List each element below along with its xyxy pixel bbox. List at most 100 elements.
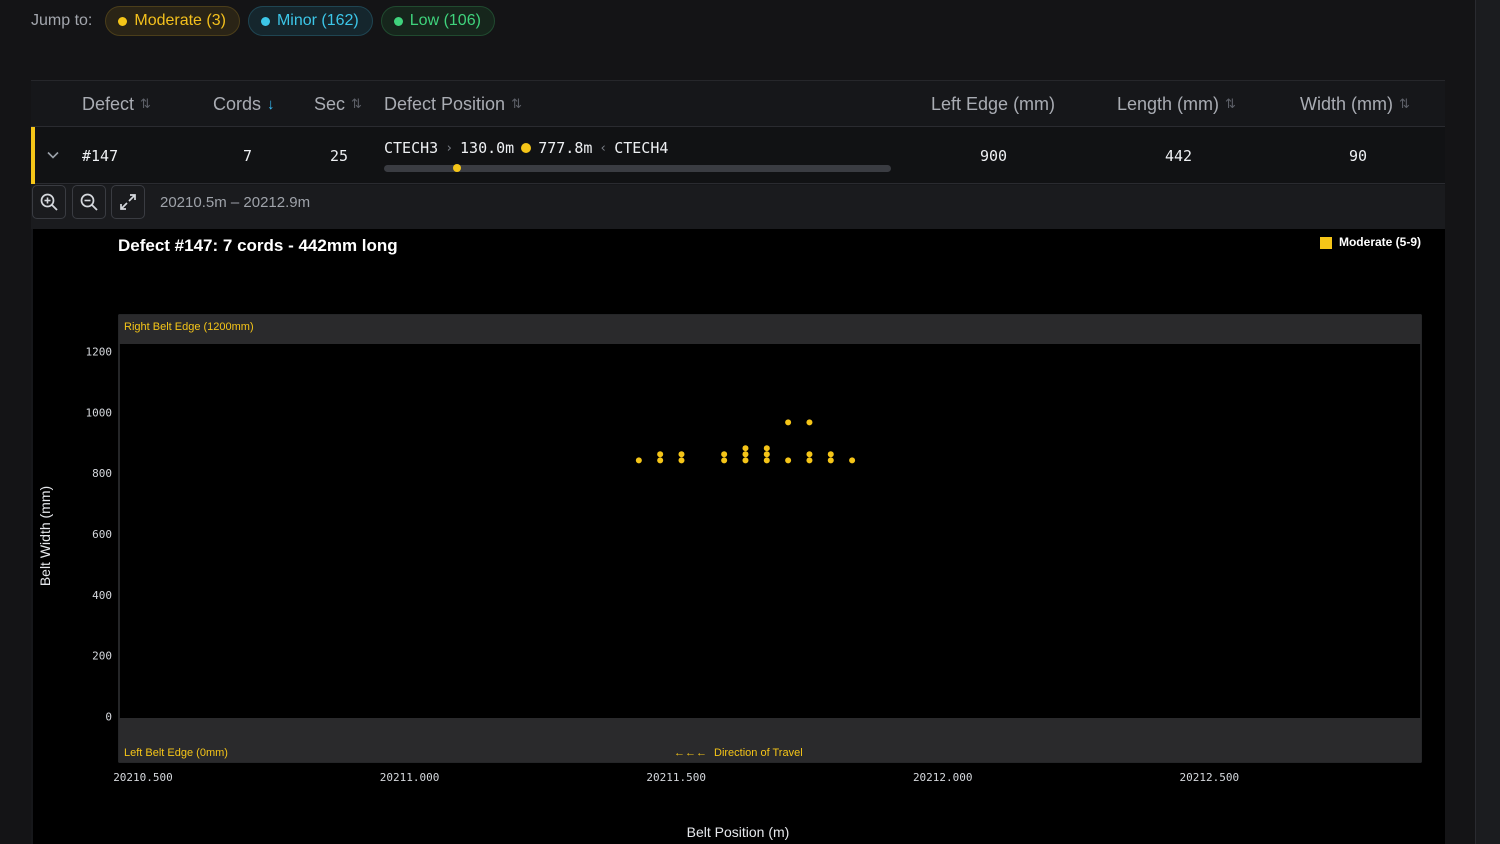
defect-point[interactable]: [657, 457, 664, 464]
header-length[interactable]: Length (mm) ⇅: [1117, 81, 1236, 127]
cell-position: CTECH3 › 130.0m 777.8m ‹ CTECH4: [384, 139, 891, 172]
jump-minor-label: Minor (162): [276, 12, 359, 29]
low-dot-icon: [393, 16, 403, 26]
y-axis: 0 200 400 600 800 1000 1200: [86, 345, 113, 723]
expand-icon: [120, 194, 136, 210]
defect-point[interactable]: [763, 445, 770, 452]
jump-minor-pill[interactable]: Minor (162): [247, 6, 373, 36]
legend-label[interactable]: Moderate (5-9): [1339, 235, 1421, 249]
defect-point[interactable]: [742, 451, 749, 458]
chart-canvas: Defect #147: 7 cords - 442mm long Modera…: [37, 235, 1422, 840]
jump-moderate-pill[interactable]: Moderate (3): [105, 6, 240, 36]
cell-defect: #147: [82, 146, 119, 165]
defect-point[interactable]: [742, 445, 749, 452]
defect-point[interactable]: [721, 451, 728, 458]
defect-point[interactable]: [763, 457, 770, 464]
sort-icon: ⇅: [1399, 96, 1410, 111]
defect-point[interactable]: [806, 457, 813, 464]
defect-point[interactable]: [657, 451, 664, 458]
direction-label: Direction of Travel: [714, 747, 803, 759]
x-tick-label: 20212.000: [913, 771, 973, 784]
header-left-edge-label: Left Edge (mm): [931, 93, 1056, 114]
chart-toolbar: 20210.5m – 20212.9m: [31, 185, 1445, 229]
position-to-distance: 777.8m: [538, 139, 593, 157]
table-header: Defect ⇅ Cords ↓ Sec ⇅ Defect Position ⇅…: [31, 81, 1445, 127]
visible-range: 20210.5m – 20212.9m: [160, 193, 311, 211]
y-tick-label: 1000: [86, 406, 113, 419]
y-tick-label: 600: [92, 528, 112, 541]
sort-icon: ⇅: [511, 96, 522, 111]
plot-area: Right Belt Edge (1200mm) Left Belt Edge …: [118, 314, 1422, 763]
defect-point[interactable]: [635, 457, 642, 464]
x-axis-label: Belt Position (m): [687, 824, 790, 840]
severity-accent: [31, 127, 35, 184]
position-to: CTECH4: [614, 139, 669, 157]
right-edge-band: [119, 315, 1421, 344]
y-tick-label: 200: [92, 650, 112, 663]
x-tick-label: 20210.500: [113, 771, 173, 784]
header-length-label: Length (mm): [1117, 93, 1220, 114]
header-cords[interactable]: Cords ↓: [213, 81, 275, 127]
defect-point[interactable]: [742, 457, 749, 464]
defect-chart[interactable]: Defect #147: 7 cords - 442mm long Modera…: [33, 229, 1445, 844]
header-sec-label: Sec: [314, 93, 346, 114]
header-width-label: Width (mm): [1300, 93, 1393, 114]
left-edge-label: Left Belt Edge (0mm): [124, 747, 228, 759]
legend-swatch: [1320, 237, 1332, 249]
chevron-down-icon[interactable]: [45, 147, 61, 163]
position-from-distance: 130.0m: [460, 139, 515, 157]
defect-point[interactable]: [678, 451, 685, 458]
position-marker: [452, 164, 461, 172]
header-defect[interactable]: Defect ⇅: [82, 81, 151, 127]
right-edge-label: Right Belt Edge (1200mm): [124, 321, 254, 333]
zoom-in-button[interactable]: [32, 185, 66, 219]
jump-moderate-label: Moderate (3): [134, 12, 226, 29]
defects-panel: Jump to: Moderate (3) Minor (162) Low (1…: [0, 0, 1476, 844]
cell-cords: 7: [243, 146, 253, 165]
header-sec[interactable]: Sec ⇅: [314, 81, 362, 127]
x-tick-label: 20211.500: [646, 771, 706, 784]
sort-icon: ⇅: [140, 96, 151, 111]
defect-point[interactable]: [721, 457, 728, 464]
y-axis-label: Belt Width (mm): [37, 486, 53, 586]
defect-point[interactable]: [827, 451, 834, 458]
zoom-out-icon: [80, 193, 98, 211]
defect-point[interactable]: [785, 457, 792, 464]
jump-bar: Jump to: Moderate (3) Minor (162) Low (1…: [31, 6, 495, 36]
defect-point[interactable]: [678, 457, 685, 464]
defect-point[interactable]: [849, 457, 856, 464]
y-tick-label: 400: [92, 589, 112, 602]
defect-marker-icon: [521, 143, 532, 153]
scrollbar[interactable]: [1476, 0, 1500, 844]
x-axis: 20210.500 20211.000 20211.500 20212.000 2021…: [113, 771, 1239, 784]
defect-point[interactable]: [806, 451, 813, 458]
x-tick-label: 20212.500: [1180, 771, 1240, 784]
table-row[interactable]: #147 7 25 CTECH3 › 130.0m 777.8m ‹ CTECH…: [31, 127, 1445, 184]
sort-desc-icon: ↓: [267, 95, 275, 113]
sort-icon: ⇅: [351, 96, 362, 111]
y-tick-label: 1200: [86, 345, 113, 358]
header-left-edge[interactable]: Left Edge (mm): [931, 81, 1055, 127]
y-tick-label: 0: [105, 710, 112, 723]
position-from: CTECH3: [384, 139, 439, 157]
header-position[interactable]: Defect Position ⇅: [384, 81, 522, 127]
expand-button[interactable]: [111, 185, 145, 219]
cell-sec: 25: [330, 146, 349, 165]
sort-icon: ⇅: [1225, 96, 1236, 111]
defect-point[interactable]: [785, 419, 792, 426]
header-position-label: Defect Position: [384, 93, 506, 114]
zoom-out-button[interactable]: [72, 185, 106, 219]
chevron-left-icon: ‹: [599, 140, 608, 156]
moderate-dot-icon: [118, 16, 128, 26]
x-tick-label: 20211.000: [380, 771, 440, 784]
defect-point[interactable]: [806, 419, 813, 426]
jump-low-pill[interactable]: Low (106): [380, 6, 495, 36]
defect-point[interactable]: [763, 451, 770, 458]
y-tick-label: 800: [92, 467, 112, 480]
chevron-right-icon: ›: [445, 140, 454, 156]
header-width[interactable]: Width (mm) ⇅: [1300, 81, 1410, 127]
header-cords-label: Cords: [213, 93, 262, 114]
jump-low-label: Low (106): [409, 12, 481, 29]
defect-point[interactable]: [827, 457, 834, 464]
cell-left-edge: 900: [980, 146, 1008, 165]
